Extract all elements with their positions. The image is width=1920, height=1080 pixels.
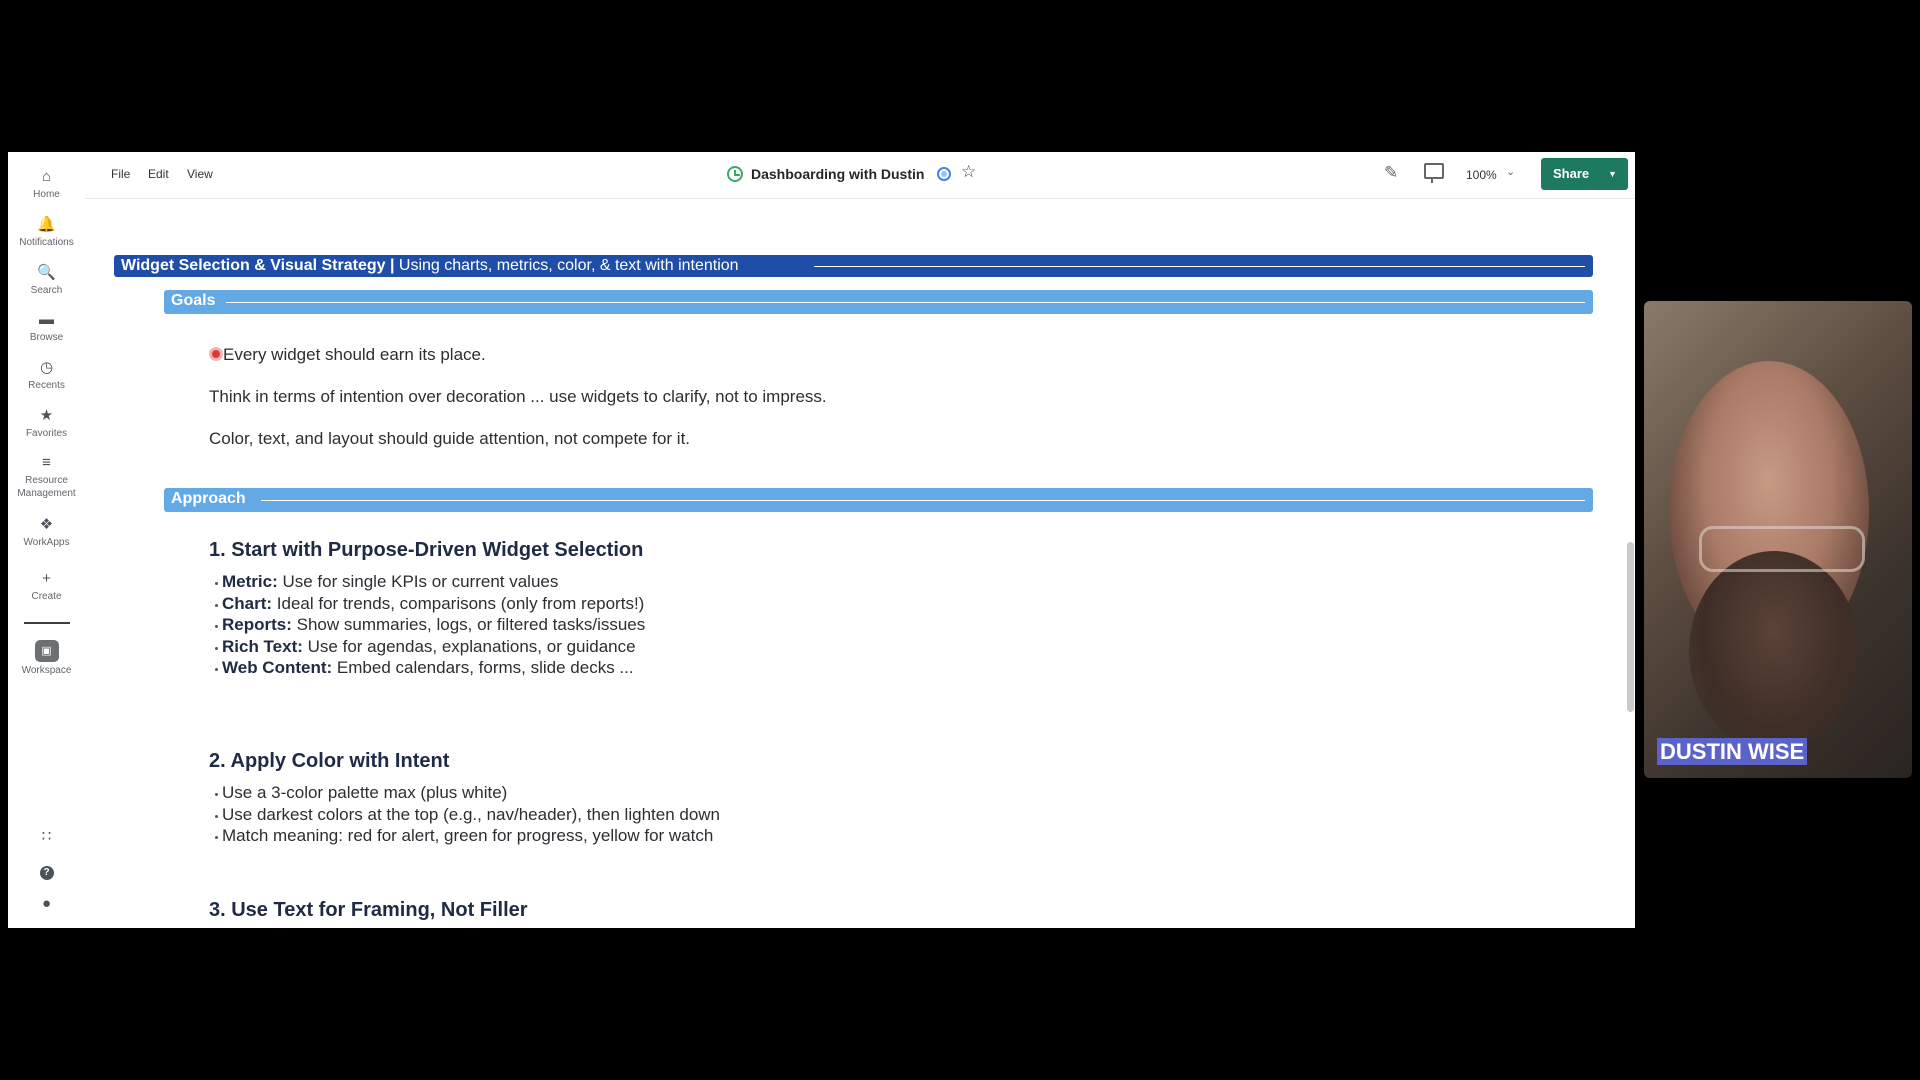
- home-icon: ⌂: [41, 168, 52, 185]
- menu-view[interactable]: View: [187, 167, 213, 181]
- approach-rule: [261, 500, 1585, 501]
- sidebar-item-favorites[interactable]: ★ Favorites: [8, 407, 85, 440]
- bell-icon: 🔔: [37, 216, 56, 233]
- sidebar-item-search[interactable]: 🔍 Search: [8, 264, 85, 297]
- sidebar-item-notifications[interactable]: 🔔 Notifications: [8, 216, 85, 249]
- sidebar-divider: [24, 622, 70, 624]
- apps-grid-icon[interactable]: ∷: [8, 828, 85, 846]
- list-item: Web Content: Embed calendars, forms, sli…: [215, 658, 634, 678]
- search-icon: 🔍: [37, 264, 56, 281]
- sidebar-item-browse[interactable]: ▬ Browse: [8, 311, 85, 344]
- plus-icon: +: [42, 570, 51, 587]
- help-icon[interactable]: ?: [8, 862, 85, 880]
- webcam-person-glasses: [1699, 526, 1865, 572]
- menu-edit[interactable]: Edit: [148, 167, 169, 181]
- sidebar-item-create[interactable]: + Create: [8, 570, 85, 603]
- list-item: Match meaning: red for alert, green for …: [215, 826, 713, 846]
- dashboard-icon: [727, 166, 743, 182]
- banner-subtitle: Using charts, metrics, color, & text wit…: [398, 257, 739, 274]
- sidebar-item-recents[interactable]: ◷ Recents: [8, 359, 85, 392]
- banner-rule: [814, 266, 1585, 267]
- profile-icon[interactable]: ●: [8, 895, 85, 913]
- favorite-star-icon[interactable]: ☆: [961, 162, 976, 182]
- section-heading: 3. Use Text for Framing, Not Filler: [209, 899, 528, 921]
- workapps-icon: ❖: [39, 516, 54, 533]
- goals-rule: [226, 302, 1585, 303]
- clock-icon: ◷: [39, 359, 54, 376]
- list-item: Use a 3-color palette max (plus white): [215, 783, 507, 803]
- goal-item: Think in terms of intention over decorat…: [209, 387, 827, 406]
- list-item: Use darkest colors at the top (e.g., nav…: [215, 805, 720, 825]
- section-heading: 2. Apply Color with Intent: [209, 750, 450, 772]
- participant-name-tag: DUSTIN WISE: [1657, 738, 1808, 765]
- star-icon: ★: [39, 407, 54, 424]
- app-window: ⌂ Home 🔔 Notifications 🔍 Search ▬ Browse…: [8, 152, 1635, 928]
- top-toolbar: File Edit View Dashboarding with Dustin …: [85, 152, 1635, 199]
- workspace-badge-icon: [937, 167, 951, 181]
- list-item: Metric: Use for single KPIs or current v…: [215, 572, 558, 592]
- present-icon[interactable]: [1424, 163, 1444, 183]
- folder-icon: ▬: [39, 311, 54, 328]
- sidebar-item-workapps[interactable]: ❖ WorkApps: [8, 516, 85, 549]
- dashboard-canvas: Widget Selection & Visual Strategy | Usi…: [85, 199, 1635, 928]
- goals-banner: Goals: [164, 290, 1593, 314]
- list-item: Rich Text: Use for agendas, explanations…: [215, 637, 636, 657]
- section-heading: 1. Start with Purpose-Driven Widget Sele…: [209, 539, 644, 561]
- menu-file[interactable]: File: [111, 167, 130, 181]
- section-header-banner: Widget Selection & Visual Strategy | Usi…: [114, 255, 1593, 277]
- banner-title: Widget Selection & Visual Strategy |: [121, 257, 395, 274]
- sidebar-item-home[interactable]: ⌂ Home: [8, 168, 85, 201]
- left-sidebar: ⌂ Home 🔔 Notifications 🔍 Search ▬ Browse…: [8, 152, 85, 928]
- edit-pencil-icon[interactable]: ✎: [1384, 163, 1398, 183]
- goal-item: Every widget should earn its place.: [209, 345, 486, 365]
- zoom-level[interactable]: 100%: [1466, 168, 1497, 182]
- people-icon: ≡: [42, 454, 51, 471]
- webcam-person-beard: [1689, 551, 1859, 751]
- document-title: Dashboarding with Dustin: [751, 166, 925, 182]
- chevron-down-icon[interactable]: ⌄: [1506, 165, 1515, 178]
- list-item: Reports: Show summaries, logs, or filter…: [215, 615, 645, 635]
- goal-item: Color, text, and layout should guide att…: [209, 429, 691, 448]
- webcam-feed: DUSTIN WISE: [1644, 301, 1912, 778]
- caret-down-icon: ▼: [1608, 169, 1617, 179]
- vertical-scrollbar[interactable]: [1627, 542, 1634, 712]
- sidebar-item-workspace[interactable]: ▣ Workspace: [8, 640, 85, 677]
- target-icon: [209, 347, 223, 361]
- approach-banner: Approach: [164, 488, 1593, 512]
- share-button[interactable]: Share ▼: [1541, 158, 1628, 190]
- sidebar-item-resource-management[interactable]: ≡ Resource Management: [8, 454, 85, 500]
- goals-label: Goals: [171, 292, 216, 309]
- approach-label: Approach: [171, 490, 246, 507]
- workspace-icon: ▣: [34, 640, 59, 662]
- list-item: Chart: Ideal for trends, comparisons (on…: [215, 594, 644, 614]
